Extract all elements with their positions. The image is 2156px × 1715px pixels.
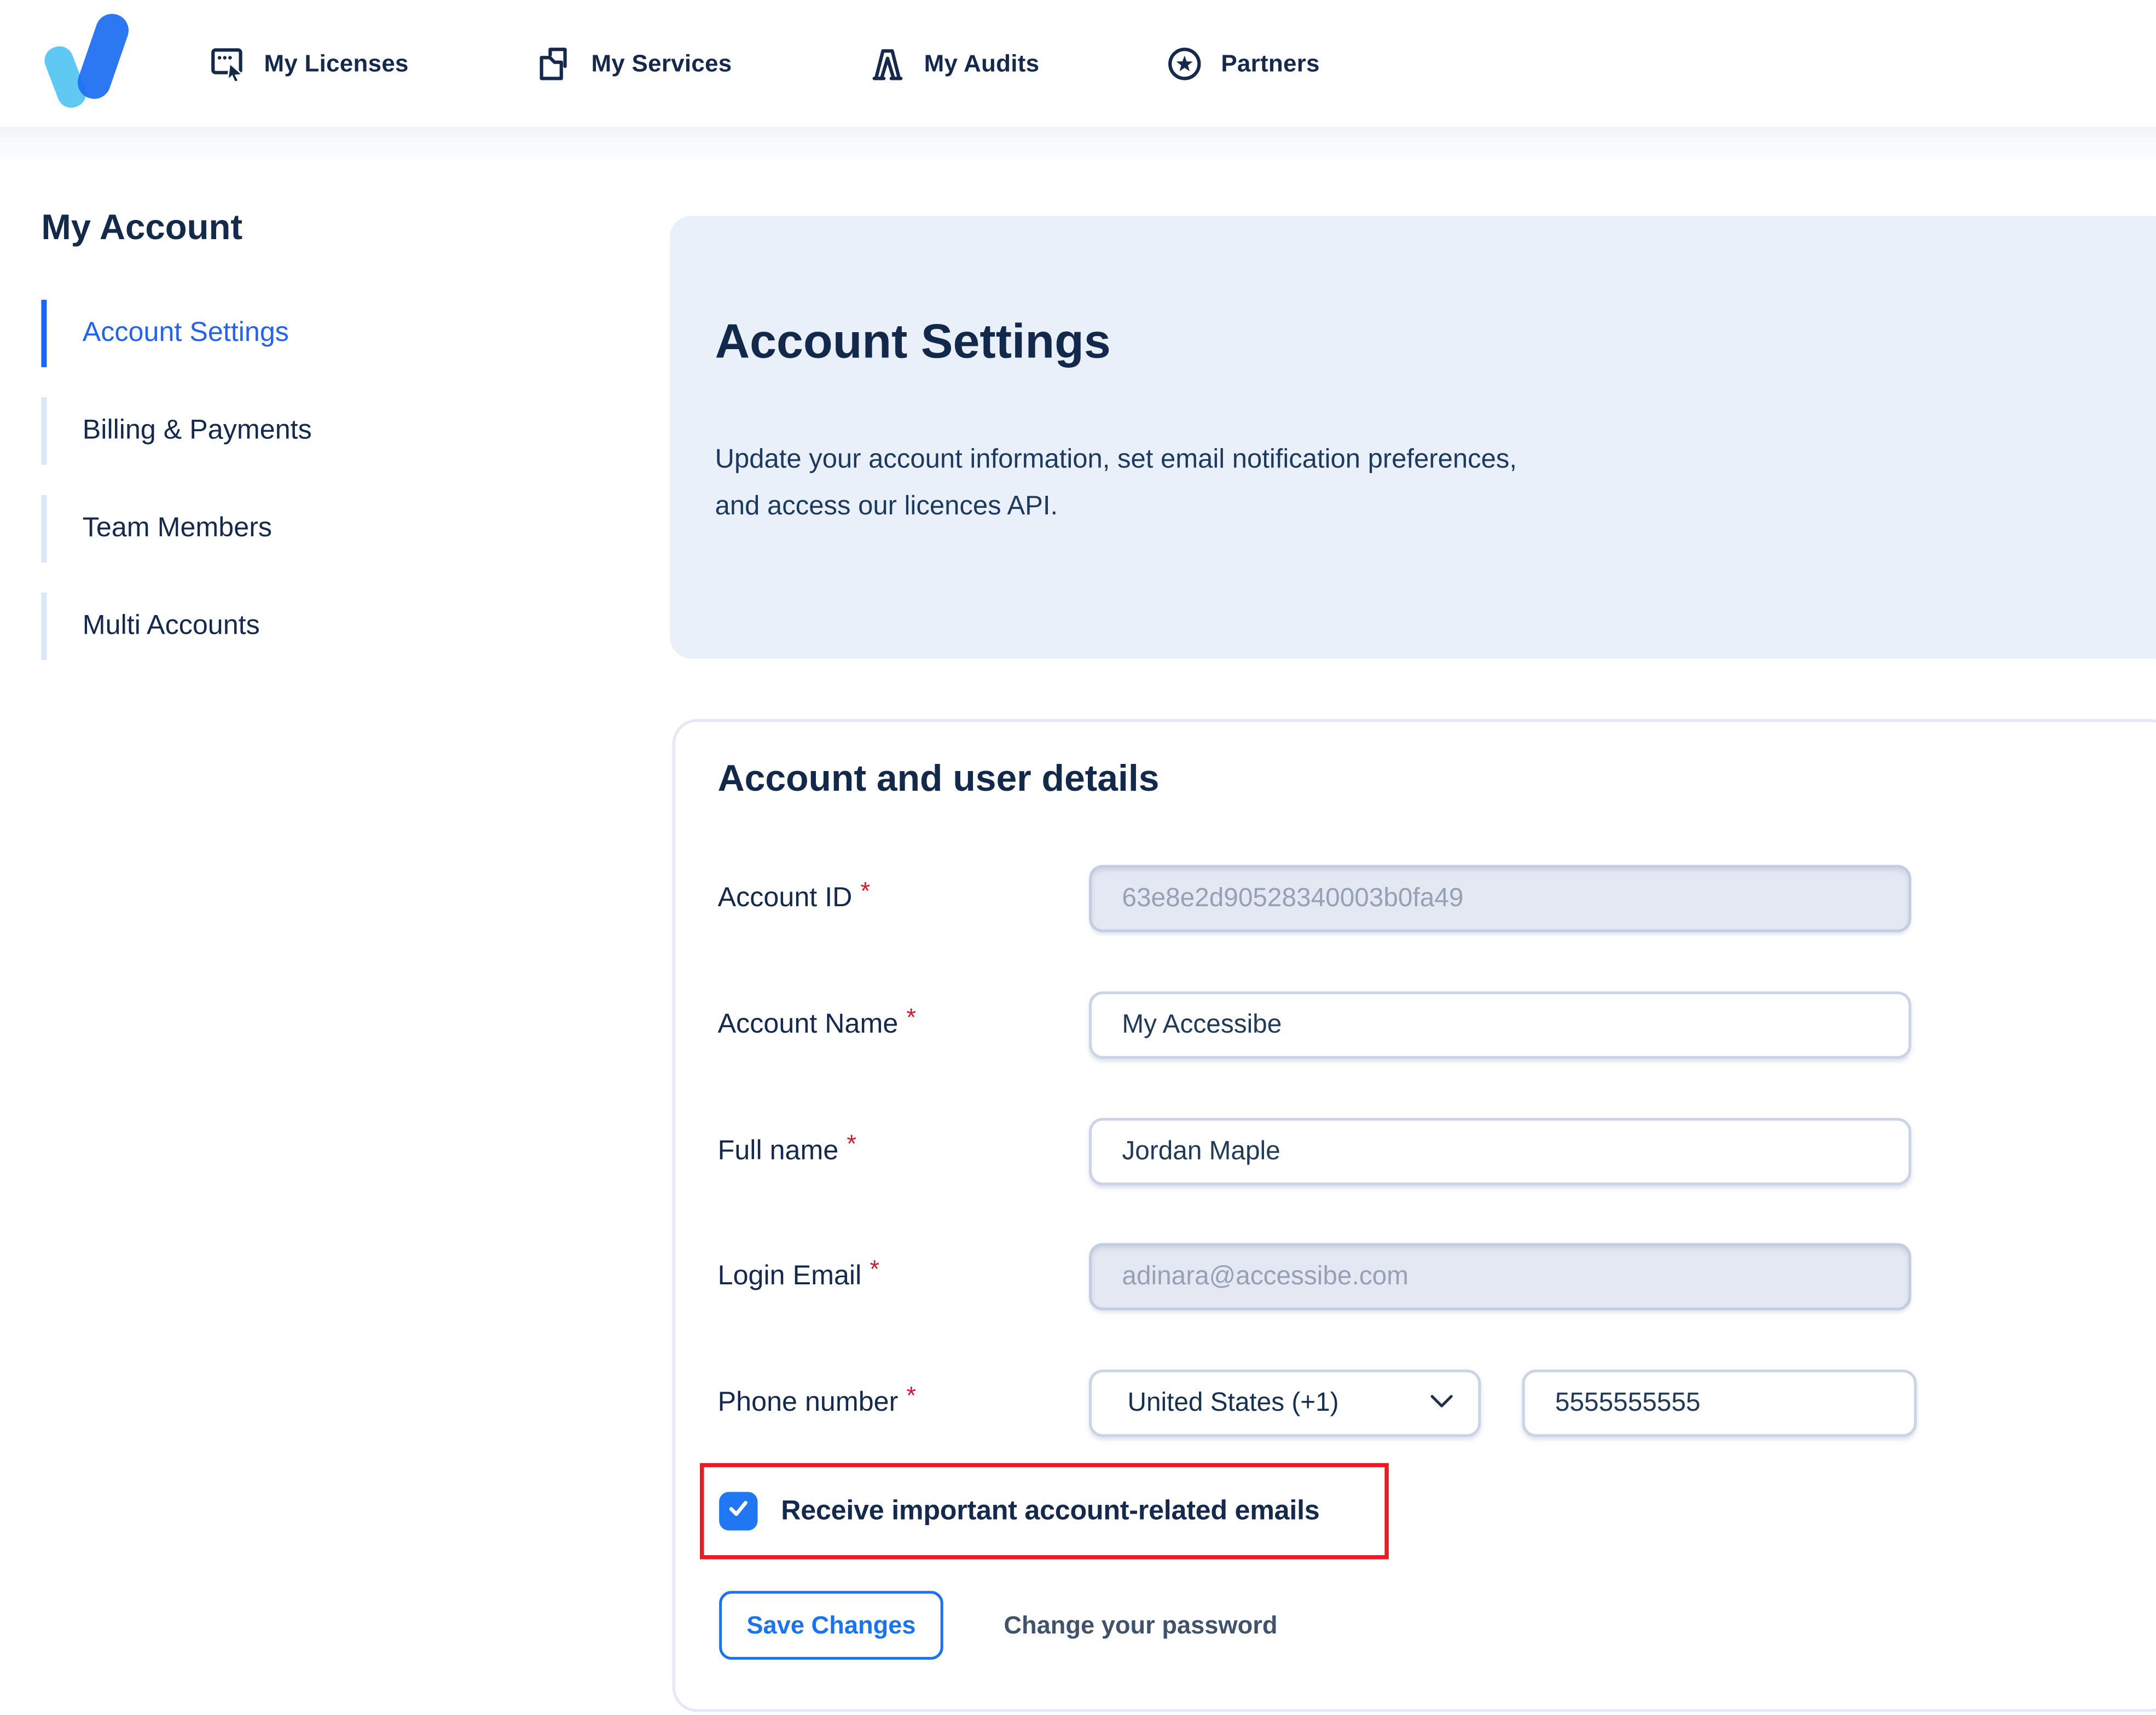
page-description-line2: and access our licences API. [715,491,1058,522]
star-circle-icon [1166,45,1203,82]
change-password-link[interactable]: Change your password [1004,1591,1277,1660]
page-description: Update your account information, set ema… [715,436,1517,530]
nav-label: My Services [591,49,732,77]
nav-item-my-services[interactable]: My Services [536,0,732,126]
page-description-line1: Update your account information, set ema… [715,444,1517,474]
nav-label: Partners [1221,49,1320,77]
sidebar-item-billing-payments[interactable]: Billing & Payments [41,397,618,465]
account-emails-checkbox[interactable] [719,1492,758,1531]
highlight-annotation-box: Receive important account-related emails [699,1463,1389,1560]
full-name-field[interactable] [1089,1117,1911,1185]
required-asterisk: * [906,1004,916,1032]
phone-number-field[interactable] [1522,1369,1917,1437]
nav-item-my-audits[interactable]: My Audits [869,0,1039,126]
page-header-banner: Account Settings Update your account inf… [669,216,2156,659]
page-title: Account Settings [715,315,1111,369]
nav-item-partners[interactable]: Partners [1166,0,1320,126]
audit-icon [869,45,906,82]
nav-item-my-licenses[interactable]: My Licenses [209,0,409,126]
required-asterisk: * [906,1382,917,1410]
nav-label: My Licenses [264,49,409,77]
card-title: Account and user details [717,757,1160,799]
required-asterisk: * [860,877,871,905]
login-email-field [1089,1243,1911,1311]
account-settings-page: My Licenses My Services My Audits Partne… [0,0,2156,1715]
nav-label: My Audits [924,49,1040,77]
account-details-card: Account and user details Account ID * Ac… [672,719,2156,1712]
sidebar-item-account-settings[interactable]: Account Settings [41,299,618,367]
form-row-account-name: Account Name * [675,991,2156,1059]
required-asterisk: * [847,1130,857,1158]
country-code-select[interactable]: United States (+1) [1089,1369,1481,1437]
full-name-label: Full name * [717,1130,857,1166]
form-row-full-name: Full name * [675,1117,2156,1185]
check-icon [726,1496,751,1527]
phone-number-label: Phone number * [717,1382,917,1418]
form-row-phone: Phone number * United States (+1) [675,1369,2156,1437]
account-id-field [1089,865,1911,932]
chat-cursor-icon [209,45,246,82]
form-row-login-email: Login Email * [675,1243,2156,1311]
sidebar-title: My Account [41,206,243,248]
header-divider [0,126,2156,165]
chevron-down-icon [1430,1391,1453,1416]
logo-dark-stroke [73,9,134,103]
account-name-label: Account Name * [717,1004,916,1040]
required-asterisk: * [870,1255,879,1283]
form-row-account-id: Account ID * [675,865,2156,932]
account-emails-checkbox-label[interactable]: Receive important account-related emails [781,1496,1320,1527]
sidebar-item-multi-accounts[interactable]: Multi Accounts [41,592,618,660]
folder-doc-icon [536,45,573,82]
account-id-label: Account ID * [717,877,871,913]
accessibe-logo[interactable] [40,9,134,112]
login-email-label: Login Email * [717,1255,879,1291]
sidebar-menu: Account Settings Billing & Payments Team… [41,299,618,691]
save-changes-button[interactable]: Save Changes [719,1591,943,1660]
country-code-value: United States (+1) [1127,1388,1339,1417]
sidebar-item-team-members[interactable]: Team Members [41,495,618,563]
account-name-field[interactable] [1089,991,1911,1059]
top-navbar: My Licenses My Services My Audits Partne… [0,0,2156,127]
